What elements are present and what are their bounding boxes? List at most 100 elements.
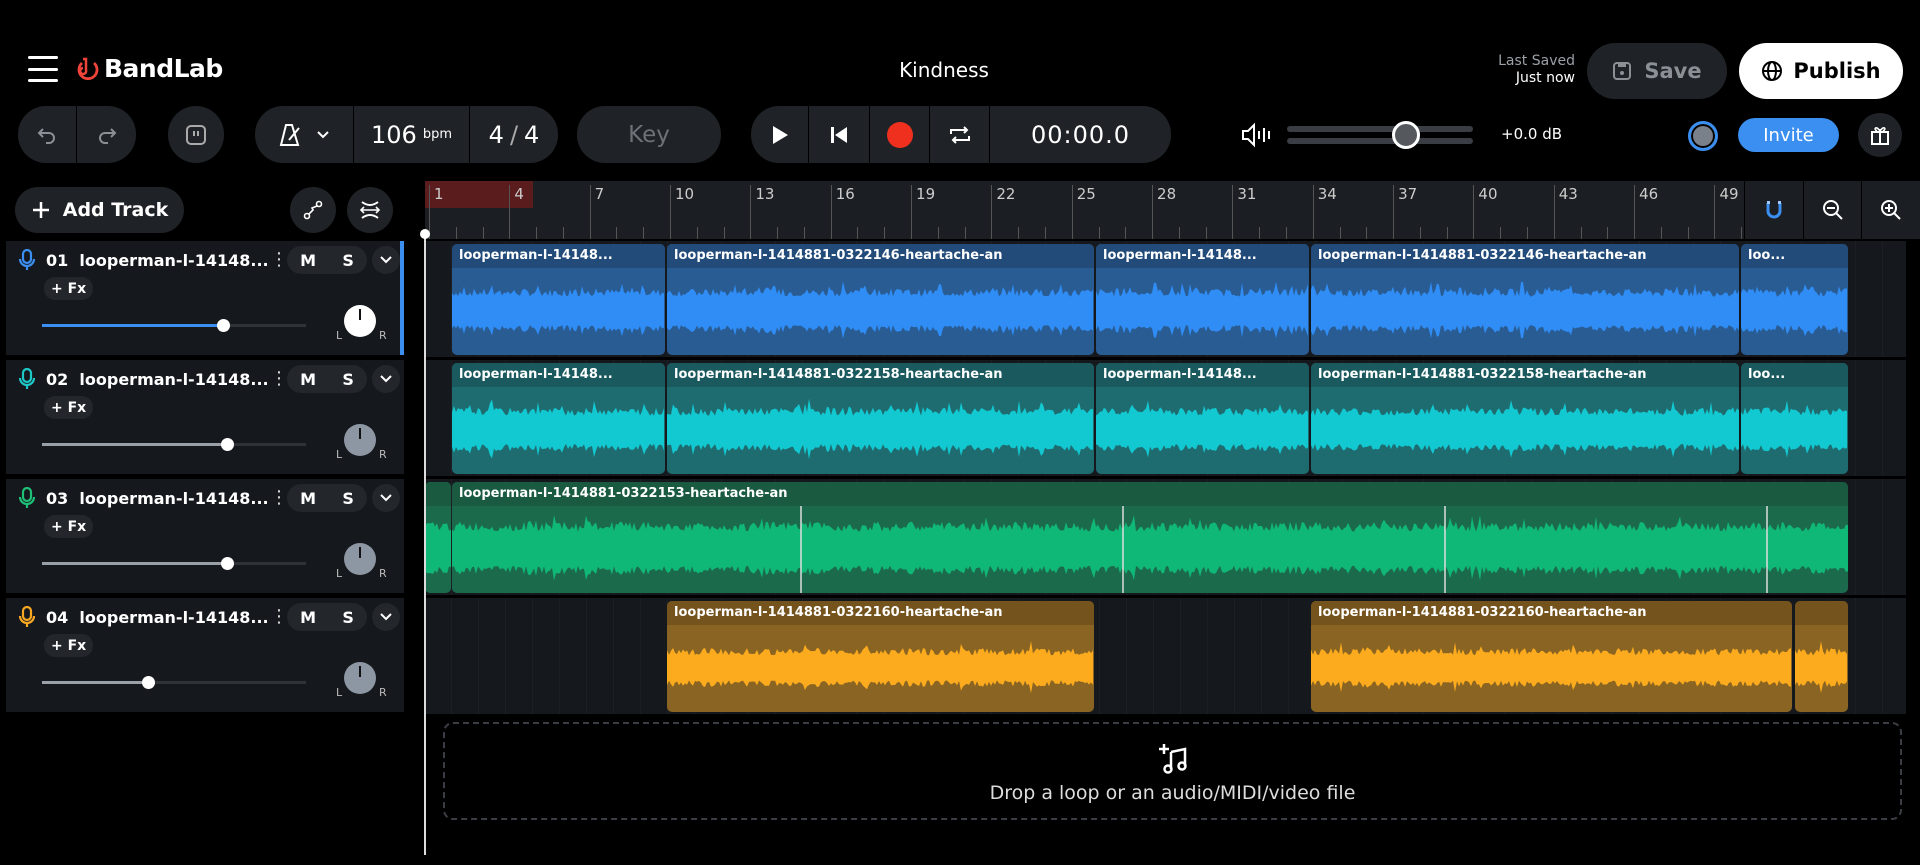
track-lane[interactable]: looperman-l-14148... looperman-l-1414881-… bbox=[425, 241, 1906, 357]
track-lane[interactable]: looperman-l-1414881-0322160-heartache-an… bbox=[425, 598, 1906, 714]
ruler-tick bbox=[1607, 227, 1609, 239]
audio-clip[interactable]: looperman-l-1414881-0322160-heartache-an bbox=[1311, 601, 1792, 712]
expand-track-button[interactable] bbox=[372, 246, 400, 274]
track-more-button[interactable]: ⋮ bbox=[270, 249, 288, 270]
track-volume-slider[interactable] bbox=[42, 676, 306, 689]
automation-button[interactable] bbox=[290, 187, 336, 233]
add-fx-button[interactable]: + Fx bbox=[44, 634, 94, 657]
bar-label: 13 bbox=[750, 185, 774, 239]
user-avatar[interactable] bbox=[1688, 121, 1718, 151]
record-button[interactable] bbox=[870, 106, 930, 163]
microphone-icon bbox=[18, 248, 36, 270]
add-fx-button[interactable]: + Fx bbox=[44, 277, 94, 300]
count-in-button[interactable] bbox=[168, 106, 224, 163]
loop-button[interactable] bbox=[930, 106, 990, 163]
audio-clip[interactable]: looperman-l-1414881-0322146-heartache-an bbox=[1311, 244, 1739, 355]
save-button[interactable]: Save bbox=[1587, 43, 1727, 99]
master-volume-slider[interactable] bbox=[1287, 121, 1473, 149]
snap-button[interactable] bbox=[1744, 181, 1803, 239]
track-more-button[interactable]: ⋮ bbox=[270, 606, 288, 627]
play-button[interactable] bbox=[751, 106, 809, 163]
track-lane[interactable]: looperman-l-1414881-0322153-heartache-an bbox=[425, 479, 1906, 595]
track-volume-slider[interactable] bbox=[42, 438, 306, 451]
master-volume-handle[interactable] bbox=[1392, 121, 1421, 149]
pan-knob[interactable] bbox=[344, 662, 376, 694]
metronome-button[interactable] bbox=[255, 106, 354, 163]
gift-button[interactable] bbox=[1858, 113, 1902, 157]
audio-clip[interactable]: looperman-l-1414881-0322158-heartache-an bbox=[1311, 363, 1739, 474]
playhead-handle[interactable] bbox=[420, 229, 430, 239]
add-fx-button[interactable]: + Fx bbox=[44, 396, 94, 419]
undo-button[interactable] bbox=[18, 106, 77, 163]
tempo-field[interactable]: 106 bpm bbox=[354, 106, 470, 163]
key-button[interactable]: Key bbox=[577, 106, 721, 163]
track-volume-slider[interactable] bbox=[42, 557, 306, 570]
audio-clip[interactable]: loo... bbox=[1741, 363, 1848, 474]
invite-button[interactable]: Invite bbox=[1738, 118, 1839, 152]
microphone-icon-wrap bbox=[18, 248, 36, 275]
drop-zone[interactable]: Drop a loop or an audio/MIDI/video file bbox=[443, 722, 1902, 820]
pan-right-label: R bbox=[379, 686, 387, 699]
expand-track-button[interactable] bbox=[372, 603, 400, 631]
waveform bbox=[452, 506, 1848, 593]
playhead[interactable] bbox=[424, 230, 426, 855]
track-volume-slider[interactable] bbox=[42, 319, 306, 332]
track-volume-handle[interactable] bbox=[141, 676, 155, 689]
audio-clip[interactable]: looperman-l-1414881-0322158-heartache-an bbox=[667, 363, 1094, 474]
ruler-tick bbox=[857, 227, 859, 239]
pan-knob[interactable] bbox=[344, 305, 376, 337]
track-header[interactable]: 04 looperman-l-14148... ⋮ MS + Fx L R bbox=[6, 598, 404, 712]
mute-button[interactable]: M bbox=[300, 489, 316, 508]
solo-button[interactable]: S bbox=[342, 251, 354, 270]
pan-knob[interactable] bbox=[344, 543, 376, 575]
track-title: looperman-l-14148... bbox=[79, 370, 269, 389]
track-more-button[interactable]: ⋮ bbox=[270, 368, 288, 389]
add-fx-button[interactable]: + Fx bbox=[44, 515, 94, 538]
track-more-button[interactable]: ⋮ bbox=[270, 487, 288, 508]
track-volume-handle[interactable] bbox=[220, 557, 234, 570]
add-track-button[interactable]: Add Track bbox=[15, 187, 184, 233]
rewind-button[interactable] bbox=[809, 106, 870, 163]
track-name[interactable]: 04 looperman-l-14148... bbox=[46, 608, 269, 627]
track-number: 01 bbox=[46, 251, 69, 270]
track-lane[interactable]: looperman-l-14148... looperman-l-1414881-… bbox=[425, 360, 1906, 476]
mute-button[interactable]: M bbox=[300, 608, 316, 627]
clip-label: looperman-l-14148... bbox=[459, 248, 613, 263]
zoom-out-button[interactable] bbox=[1802, 181, 1862, 239]
microphone-icon bbox=[18, 367, 36, 389]
audio-clip[interactable]: looperman-l-14148... bbox=[452, 363, 665, 474]
track-header[interactable]: 03 looperman-l-14148... ⋮ MS + Fx L R bbox=[6, 479, 404, 593]
track-name[interactable]: 03 looperman-l-14148... bbox=[46, 489, 269, 508]
zoom-in-button[interactable] bbox=[1861, 181, 1920, 239]
mute-button[interactable]: M bbox=[300, 370, 316, 389]
audio-clip[interactable] bbox=[1795, 601, 1848, 712]
track-name[interactable]: 01 looperman-l-14148... bbox=[46, 251, 269, 270]
audio-clip[interactable]: loo... bbox=[1741, 244, 1848, 355]
redo-button[interactable] bbox=[77, 106, 136, 163]
time-signature-field[interactable]: 4/4 bbox=[470, 106, 558, 163]
track-volume-handle[interactable] bbox=[216, 319, 230, 332]
globe-icon bbox=[1762, 61, 1783, 81]
fit-tracks-button[interactable] bbox=[347, 187, 393, 233]
track-name[interactable]: 02 looperman-l-14148... bbox=[46, 370, 269, 389]
expand-track-button[interactable] bbox=[372, 365, 400, 393]
audio-clip[interactable] bbox=[425, 482, 451, 593]
audio-clip[interactable]: looperman-l-14148... bbox=[452, 244, 665, 355]
audio-clip[interactable]: looperman-l-14148... bbox=[1096, 244, 1309, 355]
audio-clip[interactable]: looperman-l-1414881-0322160-heartache-an bbox=[667, 601, 1094, 712]
timeline-ruler[interactable]: 1 4 7 10 13 16 19 22 25 28 31 34 37 40 43 46 49 bbox=[425, 181, 1744, 239]
solo-button[interactable]: S bbox=[342, 489, 354, 508]
audio-clip[interactable]: looperman-l-14148... bbox=[1096, 363, 1309, 474]
track-header[interactable]: 01 looperman-l-14148... ⋮ MS + Fx L R bbox=[6, 241, 404, 355]
mute-button[interactable]: M bbox=[300, 251, 316, 270]
solo-button[interactable]: S bbox=[342, 370, 354, 389]
expand-track-button[interactable] bbox=[372, 484, 400, 512]
pan-knob[interactable] bbox=[344, 424, 376, 456]
clip-label: looperman-l-1414881-0322153-heartache-an bbox=[459, 486, 788, 501]
publish-button[interactable]: Publish bbox=[1739, 43, 1903, 99]
solo-button[interactable]: S bbox=[342, 608, 354, 627]
audio-clip[interactable]: looperman-l-1414881-0322146-heartache-an bbox=[667, 244, 1094, 355]
track-volume-handle[interactable] bbox=[220, 438, 234, 451]
audio-clip[interactable]: looperman-l-1414881-0322153-heartache-an bbox=[452, 482, 1848, 593]
track-header[interactable]: 02 looperman-l-14148... ⋮ MS + Fx L R bbox=[6, 360, 404, 474]
